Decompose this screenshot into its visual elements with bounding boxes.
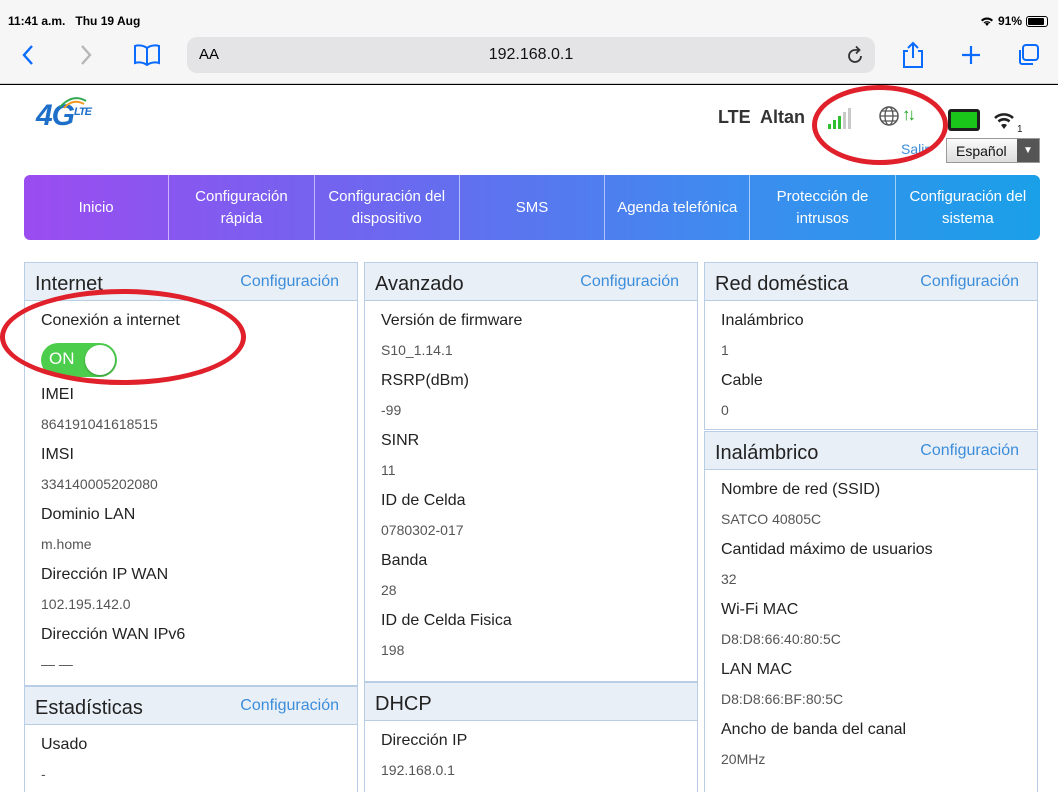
stats-config-link[interactable]: Configuración bbox=[240, 697, 339, 715]
used-label: Usado bbox=[41, 736, 88, 753]
dhcp-title: DHCP bbox=[375, 693, 432, 715]
advanced-config-link[interactable]: Configuración bbox=[580, 273, 679, 291]
home-network-title: Red doméstica bbox=[715, 273, 849, 295]
stats-panel: Estadísticas Configuración Usado - bbox=[24, 686, 358, 792]
nav-device-settings[interactable]: Configuración del dispositivo bbox=[315, 175, 460, 240]
network-type: LTE bbox=[718, 107, 751, 127]
status-right: 91% bbox=[980, 14, 1048, 28]
nav-inicio[interactable]: Inicio bbox=[24, 175, 170, 240]
home-network-panel: Red doméstica Configuración Inalámbrico … bbox=[704, 262, 1038, 430]
stats-title: Estadísticas bbox=[35, 697, 143, 719]
annotation-ellipse bbox=[812, 85, 948, 165]
rsrp-label: RSRP(dBm) bbox=[381, 372, 470, 389]
url-text[interactable]: 192.168.0.1 bbox=[187, 46, 875, 64]
logo: 4GLTE bbox=[36, 97, 92, 133]
language-select[interactable]: Español ▼ bbox=[946, 138, 1040, 163]
max-users-value: 32 bbox=[721, 571, 737, 587]
cable-clients-value: 0 bbox=[721, 402, 729, 418]
cell-id-label: ID de Celda bbox=[381, 492, 466, 509]
status-bar: 11:41 a.m. Thu 19 Aug 91% bbox=[0, 0, 1058, 30]
imei-label: IMEI bbox=[41, 386, 74, 403]
router-admin-page: 4GLTE LTE Altan ↑↓ 1 Salir Español ▼ Ini… bbox=[0, 85, 1058, 792]
lan-mac-value: D8:D8:66:BF:80:5C bbox=[721, 691, 844, 707]
wan-ipv6-value: — — bbox=[41, 656, 73, 672]
status-time-date: 11:41 a.m. Thu 19 Aug bbox=[8, 14, 140, 28]
ssid-label: Nombre de red (SSID) bbox=[721, 481, 881, 498]
new-tab-icon[interactable] bbox=[958, 40, 984, 70]
advanced-title: Avanzado bbox=[375, 273, 464, 295]
firmware-label: Versión de firmware bbox=[381, 312, 523, 329]
tabs-overview-icon[interactable] bbox=[1014, 40, 1042, 70]
browser-toolbar: AA 192.168.0.1 bbox=[0, 30, 1058, 84]
cell-id-value: 0780302-017 bbox=[381, 522, 464, 538]
wifi-mac-value: D8:D8:66:40:80:5C bbox=[721, 631, 841, 647]
home-network-config-link[interactable]: Configuración bbox=[920, 273, 1019, 291]
battery-icon bbox=[1026, 15, 1048, 27]
physical-cell-id-label: ID de Celda Fisica bbox=[381, 612, 512, 629]
logo-sub: LTE bbox=[74, 106, 92, 118]
svg-text:1: 1 bbox=[1017, 124, 1023, 133]
wireless-clients-label: Inalámbrico bbox=[721, 312, 804, 329]
bookmarks-icon[interactable] bbox=[132, 40, 162, 70]
sinr-label: SINR bbox=[381, 432, 420, 449]
device-battery-icon bbox=[948, 109, 980, 131]
back-icon[interactable] bbox=[16, 40, 40, 70]
wifi-mac-label: Wi-Fi MAC bbox=[721, 601, 799, 618]
nav-sms[interactable]: SMS bbox=[460, 175, 606, 240]
network-status: LTE Altan bbox=[718, 107, 805, 128]
firmware-value: S10_1.14.1 bbox=[381, 342, 453, 358]
main-nav: Inicio Configuración rápida Configuració… bbox=[24, 175, 1040, 240]
nav-system-settings[interactable]: Configuración del sistema bbox=[896, 175, 1040, 240]
band-value: 28 bbox=[381, 582, 397, 598]
cable-clients-label: Cable bbox=[721, 372, 763, 389]
imsi-label: IMSI bbox=[41, 446, 74, 463]
lan-mac-label: LAN MAC bbox=[721, 661, 793, 678]
share-icon[interactable] bbox=[900, 40, 926, 70]
advanced-panel: Avanzado Configuración Versión de firmwa… bbox=[364, 262, 698, 682]
forward-icon[interactable] bbox=[74, 40, 98, 70]
carrier-name: Altan bbox=[760, 107, 806, 127]
imei-value: 864191041618515 bbox=[41, 416, 158, 432]
sinr-value: 11 bbox=[381, 462, 396, 478]
wifi-icon bbox=[980, 17, 993, 26]
rsrp-value: -99 bbox=[381, 402, 402, 418]
status-date: Thu 19 Aug bbox=[75, 14, 141, 28]
wan-ip-value: 102.195.142.0 bbox=[41, 596, 131, 612]
bandwidth-value: 20MHz bbox=[721, 751, 766, 767]
status-time: 11:41 a.m. bbox=[8, 14, 66, 28]
internet-config-link[interactable]: Configuración bbox=[240, 273, 339, 291]
wireless-clients-value: 1 bbox=[721, 342, 729, 358]
nav-phonebook[interactable]: Agenda telefónica bbox=[605, 175, 751, 240]
dhcp-ip-label: Dirección IP bbox=[381, 732, 468, 749]
dhcp-panel: DHCP Dirección IP 192.168.0.1 bbox=[364, 682, 698, 792]
annotation-ellipse bbox=[0, 289, 246, 385]
lan-domain-label: Dominio LAN bbox=[41, 506, 136, 523]
ssid-value: SATCO 40805C bbox=[721, 511, 822, 527]
wireless-config-link[interactable]: Configuración bbox=[920, 442, 1019, 460]
address-bar[interactable]: AA 192.168.0.1 bbox=[187, 37, 875, 73]
nav-intrusion-protection[interactable]: Protección de intrusos bbox=[750, 175, 896, 240]
used-value: - bbox=[41, 766, 46, 782]
reload-icon[interactable] bbox=[845, 44, 865, 71]
physical-cell-id-value: 198 bbox=[381, 642, 405, 658]
nav-quick-setup[interactable]: Configuración rápida bbox=[169, 175, 315, 240]
battery-percent: 91% bbox=[997, 14, 1022, 28]
imsi-value: 334140005202080 bbox=[41, 476, 158, 492]
chevron-down-icon[interactable]: ▼ bbox=[1017, 139, 1039, 162]
dhcp-ip-value: 192.168.0.1 bbox=[381, 762, 455, 778]
max-users-label: Cantidad máximo de usuarios bbox=[721, 541, 933, 558]
language-value: Español bbox=[956, 143, 1007, 159]
bandwidth-label: Ancho de banda del canal bbox=[721, 721, 907, 738]
wireless-title: Inalámbrico bbox=[715, 442, 819, 464]
wifi-status-icon: 1 bbox=[990, 107, 1024, 138]
lan-domain-value: m.home bbox=[41, 536, 92, 552]
wan-ipv6-label: Dirección WAN IPv6 bbox=[41, 626, 186, 643]
wireless-panel: Inalámbrico Configuración Nombre de red … bbox=[704, 431, 1038, 792]
wan-ip-label: Dirección IP WAN bbox=[41, 566, 169, 583]
band-label: Banda bbox=[381, 552, 428, 569]
